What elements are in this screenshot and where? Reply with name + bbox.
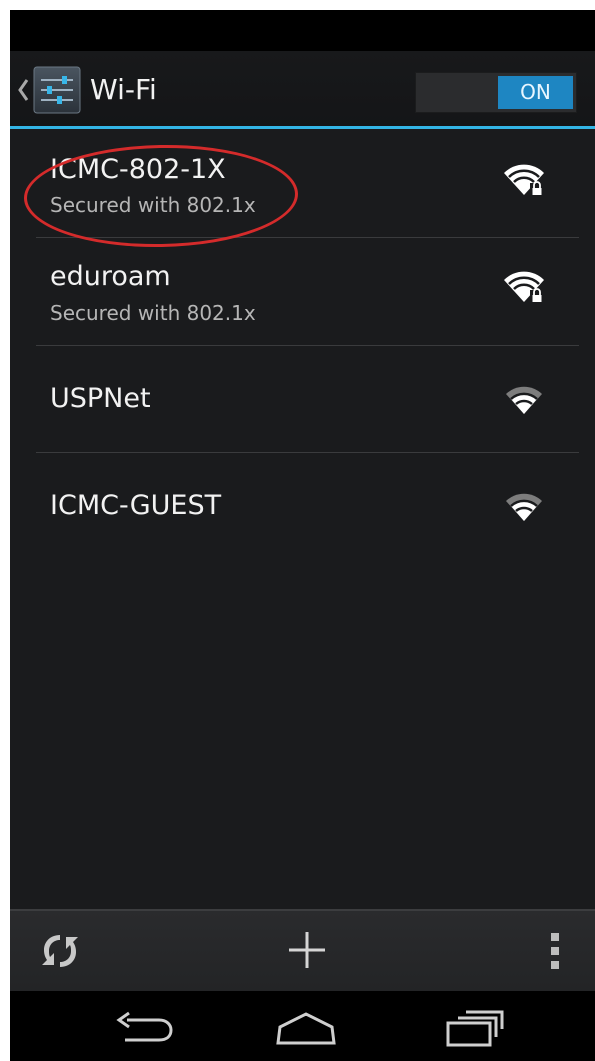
page-title: Wi-Fi <box>90 73 157 106</box>
overflow-menu-icon[interactable] <box>549 931 561 971</box>
network-item-eduroam[interactable]: eduroam Secured with 802.1x <box>10 238 595 345</box>
home-icon[interactable] <box>274 1009 338 1049</box>
network-security: Secured with 802.1x <box>50 301 256 325</box>
wps-refresh-icon[interactable] <box>38 929 82 973</box>
wifi-toggle-label: ON <box>498 76 573 109</box>
bottom-action-bar <box>10 909 595 991</box>
wifi-toggle[interactable]: ON <box>415 72 577 113</box>
status-bar <box>10 10 595 51</box>
network-item-icmc-guest[interactable]: ICMC-GUEST <box>10 453 595 560</box>
wifi-signal-locked-icon <box>504 271 544 303</box>
back-caret-icon[interactable] <box>16 76 30 104</box>
network-item-uspnet[interactable]: USPNet <box>10 346 595 452</box>
action-bar: Wi-Fi ON <box>10 51 595 129</box>
recent-apps-icon[interactable] <box>444 1009 506 1049</box>
settings-app-icon[interactable] <box>32 65 82 115</box>
back-icon[interactable] <box>113 1011 175 1047</box>
navigation-bar <box>10 991 595 1061</box>
wifi-signal-locked-icon <box>504 164 544 196</box>
wifi-signal-icon <box>506 493 542 521</box>
phone-screen: Wi-Fi ON ICMC-802-1X Secured with 802.1x… <box>10 10 595 1061</box>
network-name: ICMC-GUEST <box>50 490 222 521</box>
add-icon[interactable] <box>286 929 328 971</box>
wifi-signal-icon <box>506 386 542 414</box>
network-name: eduroam <box>50 261 171 292</box>
network-name: USPNet <box>50 383 151 414</box>
network-list: ICMC-802-1X Secured with 802.1x eduroam … <box>10 129 595 909</box>
